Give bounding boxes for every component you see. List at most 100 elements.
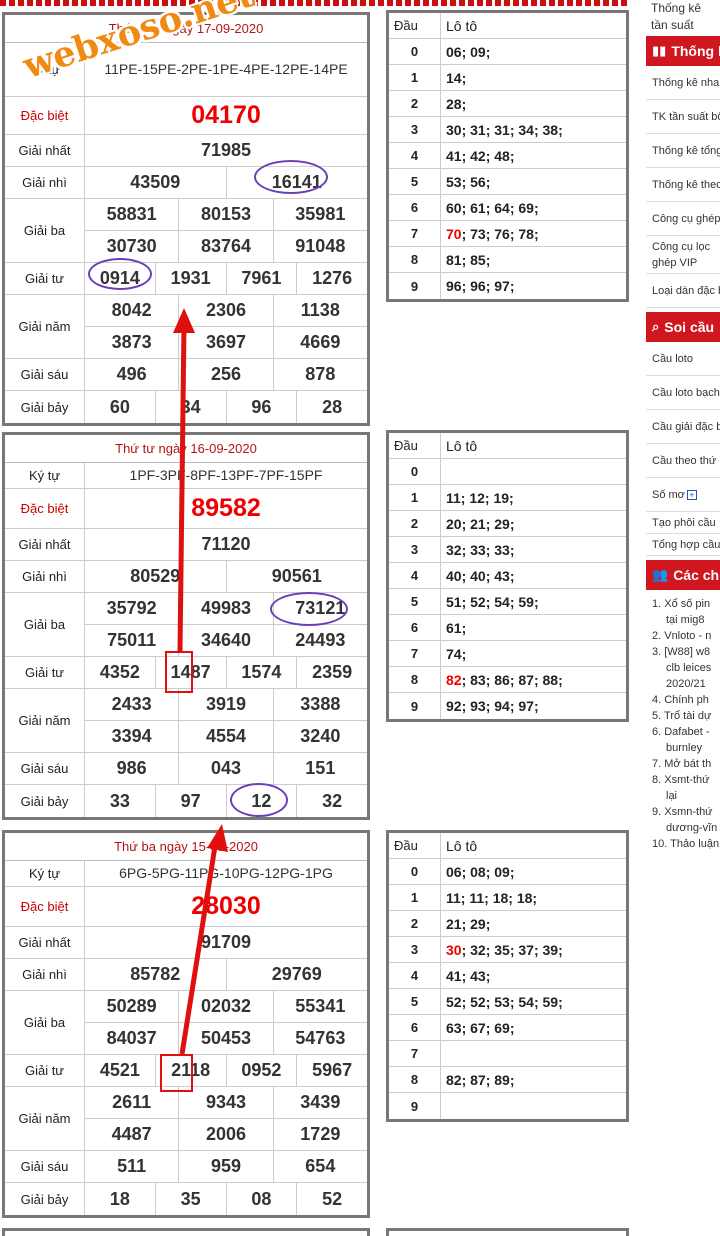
loto-row: 2 20; 21; 29;	[389, 511, 626, 537]
loto-dau: 9	[389, 1093, 441, 1119]
giai-nhi-value: 85782	[85, 959, 227, 990]
giai-nam-value: 3240	[300, 726, 341, 746]
giai-ba-value: 50453	[179, 1023, 274, 1054]
result-date: Thứ năm ngày 17-09-2020	[5, 15, 367, 43]
loto-text: 06; 08; 09;	[446, 863, 515, 880]
loto-row: 0 06; 08; 09;	[389, 859, 626, 885]
sidebar-link[interactable]: TK tần suất bộ số	[646, 100, 720, 134]
giai-nam-value: 9343	[179, 1087, 274, 1118]
sidebar-link[interactable]: Cầu loto	[646, 342, 720, 376]
label-giai-nam: Giải năm	[5, 689, 85, 752]
loto-head-dau: Đầu	[389, 833, 441, 858]
loto-row: 6 61;	[389, 615, 626, 641]
loto-row: 4 41; 43;	[389, 963, 626, 989]
sidebar-link[interactable]: Thống kê nhanh	[646, 66, 720, 100]
loto-dau: 7	[389, 641, 441, 666]
loto-values	[441, 1041, 626, 1066]
loto-text: 06; 09;	[446, 43, 491, 60]
giai-nhi-value: 90561	[271, 566, 322, 586]
topic-link[interactable]: 4. Chính ph	[652, 692, 720, 708]
topic-link-cont[interactable]: tại mig8	[652, 612, 720, 628]
sidebar-top-link[interactable]: Thống kê tần suất theo Đặc Biệt	[646, 0, 720, 32]
highlight-box	[160, 1054, 193, 1092]
loto-row: 1 14;	[389, 65, 626, 91]
loto-text: 82; 87; 89;	[446, 1071, 515, 1088]
sidebar-link[interactable]: Tạo phôi cầu	[646, 512, 720, 534]
sidebar-link[interactable]: Thống kê tổng	[646, 134, 720, 168]
sidebar-link[interactable]: Công cụ lọc ghép VIP	[646, 236, 720, 274]
giai-tu-value: 4521	[85, 1055, 156, 1086]
top-stripe	[0, 0, 628, 6]
giai-bay-value: 08	[227, 1183, 298, 1215]
sidebar-link[interactable]: Cầu giải đặc biệt	[646, 410, 720, 444]
giai-ba-value: 35792	[85, 593, 180, 624]
topic-link[interactable]: 1. Xổ số pin	[652, 596, 720, 612]
sidebar-link-so-mo[interactable]: Số mơ +	[646, 478, 720, 512]
giai-tu-value: 5967	[312, 1060, 353, 1080]
giai-sau-value: 654	[305, 1156, 336, 1176]
loto-dau: 3	[389, 937, 441, 962]
label-giai-nam: Giải năm	[5, 1087, 85, 1150]
sidebar-link[interactable]: Loại dàn đặc biệt	[646, 274, 720, 308]
label-giai-nhi: Giải nhì	[5, 561, 85, 592]
sidebar-link[interactable]: Cầu theo thứ	[646, 444, 720, 478]
loto-dau: 0	[389, 859, 441, 884]
loto-row: 3 30; 31; 31; 34; 38;	[389, 117, 626, 143]
loto-text: ; 32; 35; 37; 39;	[461, 941, 563, 958]
giai-nhat-value: 91709	[200, 932, 252, 952]
loto-values: 06; 08; 09;	[441, 859, 626, 884]
loto-highlight: 82	[446, 671, 462, 688]
topic-link-cont[interactable]: dương-vĩn	[652, 820, 720, 836]
topic-link-cont[interactable]: 2020/21	[652, 676, 720, 692]
label-ky-tu: Ký tự	[5, 463, 85, 488]
giai-ba-value: 84037	[85, 1023, 180, 1054]
sidebar-link[interactable]: Công cụ ghép	[646, 202, 720, 236]
loto-row: 4 40; 40; 43;	[389, 563, 626, 589]
loto-row: 0 06; 09;	[389, 39, 626, 65]
label-giai-bay: Giải bảy	[5, 785, 85, 817]
topic-link[interactable]: 5. Trổ tài dự	[652, 708, 720, 724]
loto-dau: 1	[389, 885, 441, 910]
giai-nam-value: 4669	[300, 332, 341, 352]
loto-values: 28;	[441, 91, 626, 116]
loto-row: 3 32; 33; 33;	[389, 537, 626, 563]
section-title: Thống kê	[671, 43, 720, 59]
topic-link[interactable]: 3. [W88] w8	[652, 644, 720, 660]
loto-text: 41; 42; 48;	[446, 147, 515, 164]
sidebar-link[interactable]: Tổng hợp cầu	[646, 534, 720, 556]
topic-link[interactable]: 7. Mở bát th	[652, 756, 720, 772]
loto-text: 81; 85;	[446, 251, 491, 268]
sidebar-link[interactable]: Thống kê theo	[646, 168, 720, 202]
loto-dau: 9	[389, 273, 441, 299]
topic-link[interactable]: 6. Dafabet -	[652, 724, 720, 740]
loto-row: 9 92; 93; 94; 97;	[389, 693, 626, 719]
giai-tu-value: 0952	[227, 1055, 298, 1086]
highlight-oval	[88, 258, 152, 290]
topic-link[interactable]: 8. Xsmt-thứ	[652, 772, 720, 788]
loto-row: 7 74;	[389, 641, 626, 667]
loto-text: 11; 11; 18; 18;	[446, 889, 538, 906]
loto-values: 63; 67; 69;	[441, 1015, 626, 1040]
expand-icon[interactable]: +	[686, 489, 697, 500]
loto-dau: 5	[389, 989, 441, 1014]
loto-dau: 1	[389, 485, 441, 510]
loto-values: 06; 09;	[441, 39, 626, 64]
topic-link-cont[interactable]: lại	[652, 788, 720, 804]
topic-link[interactable]: 10. Thảo luận	[652, 836, 720, 852]
giai-nhat-value: 71985	[200, 140, 252, 160]
giai-nhi-value: 43509	[85, 167, 227, 198]
topic-link[interactable]: 9. Xsmn-thứ	[652, 804, 720, 820]
loto-text: 32; 33; 33;	[446, 541, 515, 558]
giai-nam-value: 2306	[179, 295, 274, 326]
giai-nam-value: 3439	[300, 1092, 341, 1112]
loto-dau: 6	[389, 1015, 441, 1040]
loto-values: 32; 33; 33;	[441, 537, 626, 562]
sidebar-link[interactable]: Cầu loto bạch thủ	[646, 376, 720, 410]
topic-link-cont[interactable]: clb leices	[652, 660, 720, 676]
loto-highlight: 30	[446, 941, 462, 958]
topic-link[interactable]: 2. Vnloto - n	[652, 628, 720, 644]
giai-sau-value: 043	[179, 753, 274, 784]
search-icon: ⌕	[652, 319, 660, 334]
section-title: Soi cầu	[664, 319, 715, 335]
topic-link-cont[interactable]: burnley	[652, 740, 720, 756]
